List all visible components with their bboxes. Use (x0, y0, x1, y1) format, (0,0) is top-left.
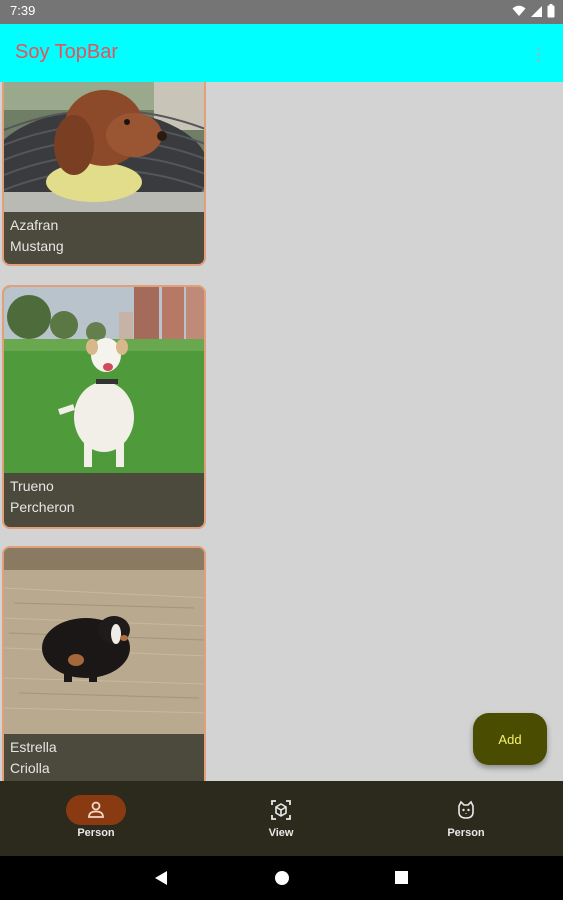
nav-label: View (268, 827, 294, 839)
app-title: Soy TopBar (15, 41, 119, 63)
nav-item-person[interactable]: Person (39, 781, 159, 856)
nav-label: Person (447, 827, 485, 839)
status-time: 7:39 (10, 3, 36, 18)
dog-card[interactable]: Trueno Percheron (2, 285, 206, 529)
dog-name: Azafran (10, 217, 59, 233)
dog-photo (4, 287, 204, 473)
dog-list[interactable]: Azafran Mustang Trueno Percheron Estrell… (0, 82, 563, 781)
signal-icon (531, 6, 542, 17)
status-bar: 7:39 (0, 0, 563, 24)
person-icon (88, 801, 104, 818)
nav-active-indicator (66, 795, 126, 825)
nav-icon-wrap (436, 795, 496, 825)
dog-breed: Criolla (10, 760, 50, 776)
back-icon[interactable] (154, 870, 168, 886)
dog-name: Estrella (10, 739, 57, 755)
dog-card[interactable]: Azafran Mustang (2, 82, 206, 266)
dog-breed: Mustang (10, 238, 64, 254)
top-app-bar: Soy TopBar (0, 24, 563, 82)
dog-card[interactable]: Estrella Criolla (2, 546, 206, 781)
battery-icon (547, 4, 555, 18)
add-button[interactable]: Add (473, 713, 547, 765)
system-navigation-bar (0, 856, 563, 900)
dog-photo (4, 82, 204, 212)
dog-photo (4, 548, 204, 734)
pets-face-icon (458, 800, 474, 819)
recents-icon[interactable] (394, 870, 409, 885)
overflow-menu-icon[interactable] (527, 43, 549, 65)
dog-breed: Percheron (10, 499, 75, 515)
nav-label: Person (77, 827, 115, 839)
status-icons (512, 4, 555, 18)
home-icon[interactable] (274, 870, 290, 886)
dog-name: Trueno (10, 478, 54, 494)
nav-item-view[interactable]: View (224, 781, 344, 856)
view-in-ar-icon (271, 800, 291, 820)
bottom-navigation: Person View Person (0, 781, 563, 856)
wifi-icon (512, 5, 526, 16)
nav-icon-wrap (251, 795, 311, 825)
nav-item-person-2[interactable]: Person (409, 781, 529, 856)
